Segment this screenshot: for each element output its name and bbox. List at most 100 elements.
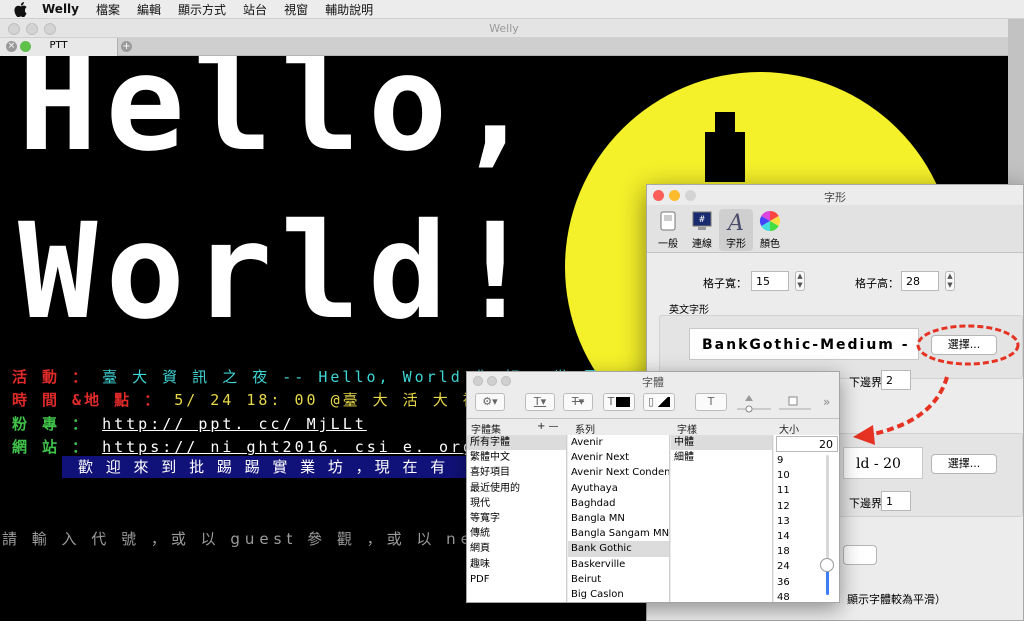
- font-panel-title: 字體: [642, 376, 664, 389]
- list-item[interactable]: Baghdad: [568, 496, 669, 511]
- choose-chinese-font-button[interactable]: 選擇...: [931, 454, 997, 474]
- list-item[interactable]: 14: [774, 529, 839, 544]
- info-fanpage: 粉 專 ： http:// ppt. cc/ MjLLt: [12, 413, 367, 434]
- typeface-list[interactable]: 中體 細體: [671, 435, 773, 602]
- cell-width-stepper[interactable]: ▲ ▼: [795, 271, 805, 291]
- world-heading: World!: [18, 195, 543, 349]
- list-item[interactable]: Beirut: [568, 572, 669, 587]
- list-item[interactable]: Bangla MN: [568, 511, 669, 526]
- new-tab-button[interactable]: +: [121, 41, 132, 52]
- underline-icon[interactable]: T▾: [525, 393, 555, 411]
- menu-help[interactable]: 輔助說明: [325, 1, 373, 18]
- list-item[interactable]: 10: [774, 468, 839, 483]
- info-website: 網 站 ： https:// ni ght2016. csi e. org/: [12, 436, 487, 457]
- tab-font-label: 字形: [726, 239, 746, 250]
- gear-icon[interactable]: ⚙▾: [475, 393, 505, 411]
- cell-height-field[interactable]: 28: [901, 271, 939, 291]
- more-icon[interactable]: »: [823, 395, 830, 409]
- tab-general-label: 一般: [658, 239, 678, 250]
- list-item[interactable]: Ayuthaya: [568, 481, 669, 496]
- menu-view[interactable]: 顯示方式: [178, 1, 226, 18]
- list-item[interactable]: 48: [774, 590, 839, 602]
- window-titlebar: Welly: [0, 19, 1008, 38]
- lower-border-field-2[interactable]: 1: [881, 491, 911, 511]
- prefs-title: 字形: [824, 191, 846, 204]
- cell-width-field[interactable]: 15: [751, 271, 789, 291]
- size-field[interactable]: 20: [776, 436, 838, 452]
- menu-site[interactable]: 站台: [243, 1, 267, 18]
- lower-border-label-2: 下邊界: [849, 497, 882, 510]
- tab-ptt[interactable]: × PTT: [0, 38, 118, 56]
- menu-edit[interactable]: 編輯: [137, 1, 161, 18]
- english-font-section: 英文字形: [669, 305, 709, 316]
- info-fanpage-link[interactable]: http:// ppt. cc/ MjLLt: [102, 415, 367, 433]
- list-item[interactable]: 所有字體: [467, 435, 566, 451]
- list-item[interactable]: 等寬字: [467, 511, 566, 526]
- document-color-icon[interactable]: ▯: [643, 393, 675, 411]
- tab-connection[interactable]: # 連線: [685, 209, 719, 251]
- info-fanpage-label: 粉 專 ：: [12, 415, 91, 433]
- menu-file[interactable]: 檔案: [96, 1, 120, 18]
- text-shadow-icon[interactable]: T: [695, 393, 727, 411]
- list-item[interactable]: 最近使用的: [467, 481, 566, 496]
- list-item[interactable]: 9: [774, 453, 839, 468]
- list-item[interactable]: 傳統: [467, 526, 566, 541]
- info-time-value: 5/ 24 18: 00 @臺 大 活 大 禮 堂: [174, 391, 511, 409]
- list-item[interactable]: Avenir: [568, 435, 669, 450]
- info-website-link[interactable]: https:// ni ght2016. csi e. org/: [102, 438, 487, 456]
- cell-width-label: 格子寬：: [703, 277, 747, 290]
- list-item[interactable]: 繁體中文: [467, 450, 566, 465]
- list-item[interactable]: 12: [774, 499, 839, 514]
- info-website-label: 網 站 ：: [12, 438, 91, 456]
- list-item-selected[interactable]: 中體: [671, 435, 772, 451]
- list-item[interactable]: 現代: [467, 496, 566, 511]
- list-item[interactable]: 趣味: [467, 557, 566, 572]
- red-highlight-circle: [916, 324, 1020, 366]
- size-header: 大小: [779, 425, 799, 436]
- text-color-icon[interactable]: T: [603, 393, 635, 411]
- size-slider-knob[interactable]: [820, 558, 834, 572]
- list-item[interactable]: Baskerville: [568, 557, 669, 572]
- list-item[interactable]: PDF: [467, 572, 566, 587]
- list-item[interactable]: 細體: [671, 450, 772, 465]
- strikethrough-icon[interactable]: T▾: [563, 393, 593, 411]
- prefs-toolbar: 一般 # 連線 A 字形 顏色: [647, 205, 1023, 253]
- tab-general[interactable]: 一般: [651, 209, 685, 251]
- tab-color[interactable]: 顏色: [753, 209, 787, 251]
- menu-welly[interactable]: Welly: [42, 2, 79, 16]
- hidden-button[interactable]: [843, 545, 877, 565]
- list-item[interactable]: 喜好項目: [467, 465, 566, 480]
- list-item[interactable]: 網頁: [467, 541, 566, 556]
- shadow-sliders[interactable]: [735, 393, 815, 415]
- list-item[interactable]: 13: [774, 514, 839, 529]
- tab-font[interactable]: A 字形: [719, 209, 753, 251]
- tab-connection-label: 連線: [692, 239, 712, 250]
- list-item[interactable]: 36: [774, 575, 839, 590]
- collection-list[interactable]: 所有字體 繁體中文 喜好項目 最近使用的 現代 等寬字 傳統 網頁 趣味 PDF: [467, 435, 567, 602]
- list-item[interactable]: 18: [774, 544, 839, 559]
- info-time-label: 時 間 &地 點 ：: [12, 391, 163, 409]
- list-item[interactable]: Bangla Sangam MN: [568, 526, 669, 541]
- menu-bar: Welly 檔案 編輯 顯示方式 站台 視窗 輔助說明: [0, 0, 1024, 19]
- welcome-banner: 歡 迎 來 到 批 踢 踢 實 業 坊 ，現 在 有 【 6: [62, 456, 482, 478]
- apple-icon[interactable]: [14, 1, 28, 17]
- typeface-header: 字樣: [677, 425, 697, 436]
- collection-header: 字體集: [471, 425, 501, 436]
- red-arrow: [853, 376, 949, 445]
- list-item[interactable]: Avenir Next Condensed: [568, 465, 669, 480]
- family-list[interactable]: Avenir Avenir Next Avenir Next Condensed…: [568, 435, 670, 602]
- list-item[interactable]: Big Caslon: [568, 587, 669, 602]
- login-prompt: 請 輸 入 代 號 ，或 以 guest 參 觀 ，或 以 new: [2, 530, 493, 548]
- menu-window[interactable]: 視窗: [284, 1, 308, 18]
- tab-bar: × PTT +: [0, 38, 1008, 56]
- svg-text:#: #: [699, 215, 705, 225]
- add-remove-collection[interactable]: + —: [537, 421, 559, 435]
- color-wheel-icon: [759, 210, 781, 232]
- list-item[interactable]: Avenir Next: [568, 450, 669, 465]
- list-item[interactable]: 11: [774, 483, 839, 498]
- cell-height-stepper[interactable]: ▲ ▼: [945, 271, 955, 291]
- info-event-label: 活 動 ：: [12, 368, 91, 386]
- size-list[interactable]: 20 9 10 11 12 13 14 18 24 36 48: [774, 435, 839, 602]
- cell-height-label: 格子高：: [855, 277, 899, 290]
- list-item-selected[interactable]: Bank Gothic: [568, 541, 669, 557]
